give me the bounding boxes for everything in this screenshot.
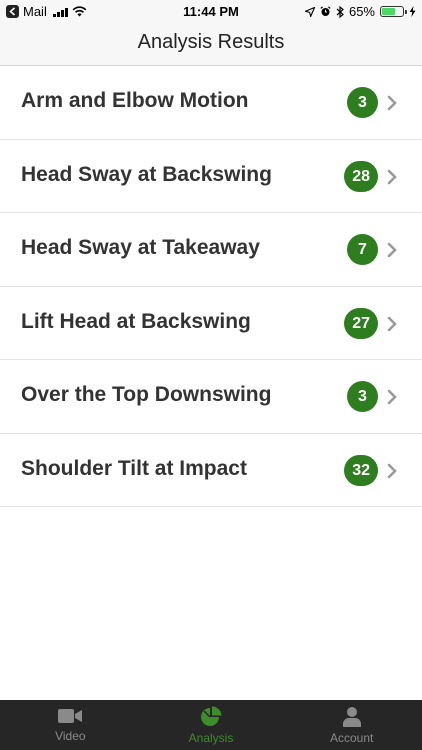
result-count-badge: 3 [347, 87, 378, 118]
result-label: Shoulder Tilt at Impact [21, 456, 247, 480]
result-label: Over the Top Downswing [21, 383, 272, 406]
analysis-results-list: Arm and Elbow Motion 3 Head Sway at Back… [0, 66, 422, 507]
tab-label: Video [55, 729, 86, 743]
status-bar: Mail 11:44 PM 65% [0, 0, 422, 24]
result-row-lift-head-at-backswing[interactable]: Lift Head at Backswing 27 [0, 287, 422, 360]
tab-video[interactable]: Video [0, 700, 141, 750]
status-right: 65% [304, 4, 416, 19]
result-count-badge: 3 [347, 381, 378, 412]
navigation-bar: Analysis Results [0, 24, 422, 66]
result-count-badge: 27 [344, 307, 378, 339]
result-count-badge: 32 [344, 454, 378, 486]
chevron-right-icon [387, 169, 397, 184]
location-arrow-icon [304, 6, 315, 17]
charging-bolt-icon [409, 6, 416, 17]
tab-bar: Video Analysis Account [0, 700, 422, 750]
video-camera-icon [58, 709, 83, 723]
tab-label: Account [330, 731, 374, 745]
tab-account[interactable]: Account [281, 700, 422, 750]
battery-icon [380, 6, 407, 17]
chevron-right-icon [387, 95, 397, 111]
tab-analysis[interactable]: Analysis [141, 700, 282, 750]
pie-chart-icon [201, 706, 222, 726]
chevron-right-icon [387, 316, 397, 331]
result-row-over-the-top-downswing[interactable]: Over the Top Downswing 3 [0, 360, 422, 434]
result-row-head-sway-at-takeaway[interactable]: Head Sway at Takeaway 7 [0, 213, 422, 287]
result-label: Head Sway at Backswing [21, 162, 272, 186]
result-label: Lift Head at Backswing [21, 309, 251, 333]
person-icon [342, 707, 361, 727]
result-row-head-sway-at-backswing[interactable]: Head Sway at Backswing 28 [0, 140, 422, 213]
chevron-right-icon [387, 389, 397, 405]
result-label: Head Sway at Takeaway [21, 236, 260, 259]
result-count-badge: 7 [347, 234, 378, 265]
result-row-shoulder-tilt-at-impact[interactable]: Shoulder Tilt at Impact 32 [0, 434, 422, 507]
battery-percent: 65% [348, 4, 375, 19]
battery-level-fill [382, 8, 395, 15]
result-row-arm-and-elbow-motion[interactable]: Arm and Elbow Motion 3 [0, 66, 422, 140]
result-count-badge: 28 [344, 160, 378, 192]
chevron-right-icon [387, 242, 397, 258]
tab-label: Analysis [188, 731, 234, 745]
chevron-right-icon [387, 463, 397, 478]
alarm-clock-icon [320, 6, 331, 16]
page-title: Analysis Results [137, 31, 285, 53]
result-label: Arm and Elbow Motion [21, 89, 249, 112]
bluetooth-icon [336, 5, 344, 18]
